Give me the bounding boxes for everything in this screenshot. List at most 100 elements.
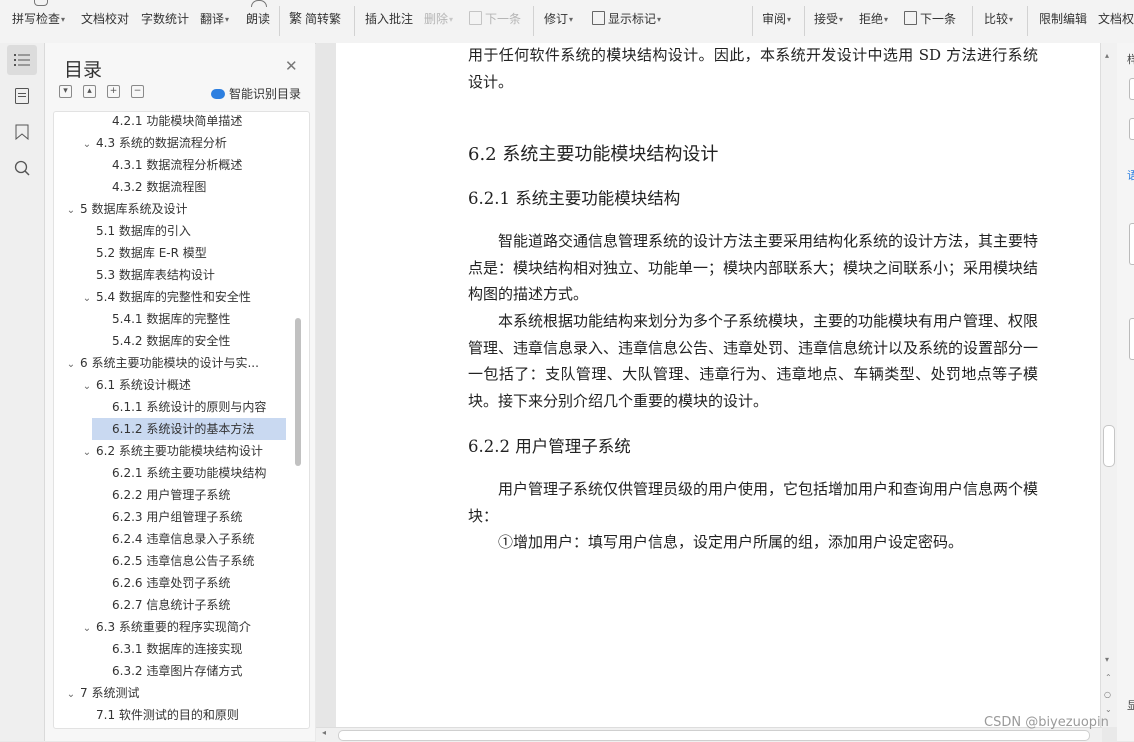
chevron-down-icon[interactable]: ⌄ [64, 354, 78, 374]
toc-item[interactable]: 4.3.1 数据流程分析概述 [54, 154, 286, 176]
toc-toggle-button[interactable] [7, 45, 37, 75]
close-icon[interactable]: ✕ [285, 57, 298, 75]
accept-button[interactable]: 接受▾ [814, 11, 843, 28]
toc-item[interactable]: 5.1 数据库的引入 [54, 220, 286, 242]
review-button[interactable]: 审阅▾ [762, 11, 791, 28]
toolbar-divider [279, 6, 280, 36]
toc-item[interactable]: ⌄ 5.4 数据库的完整性和安全性 [54, 286, 286, 308]
read-aloud-button[interactable]: 朗读 [246, 11, 270, 27]
delete-comment-button[interactable]: 删除▾ [424, 11, 453, 28]
toc-item[interactable]: 5.4.2 数据库的安全性 [54, 330, 286, 352]
scroll-up-icon[interactable]: ▴ [1105, 51, 1109, 60]
reject-button[interactable]: 拒绝▾ [859, 11, 888, 28]
toc-item[interactable]: ⌄ 5 数据库系统及设计 [54, 198, 286, 220]
add-heading-icon[interactable]: + [107, 85, 120, 98]
chevron-down-icon[interactable]: ⌄ [80, 442, 94, 462]
next-page-icon[interactable]: ⌄ [1105, 705, 1112, 714]
doc-rights-button[interactable]: 文档权 [1098, 11, 1134, 27]
smart-recognize-button[interactable]: 智能识别目录 [211, 85, 301, 102]
heading-6-2: 6.2 系统主要功能模块结构设计 [468, 144, 719, 165]
insert-comment-button[interactable]: 插入批注 [365, 11, 413, 27]
toc-item[interactable]: 6.2.4 违章信息录入子系统 [54, 528, 286, 550]
toc-item[interactable]: 6.2.5 违章信息公告子系统 [54, 550, 286, 572]
collapse-all-icon[interactable]: ▾ [59, 85, 72, 98]
toc-item[interactable]: ⌄ 6.2 系统主要功能模块结构设计 [54, 440, 286, 462]
toolbar-divider [752, 6, 753, 36]
show-markup-button[interactable]: 显示标记▾ [592, 11, 661, 28]
right-panel-field[interactable] [1129, 118, 1134, 140]
revise-label: 修订 [544, 12, 569, 26]
right-panel-field[interactable] [1129, 223, 1134, 265]
previous-page-icon[interactable]: ⌃ [1105, 673, 1112, 682]
next-comment-button[interactable]: 下一条 [469, 11, 521, 27]
horizontal-scrollbar-thumb[interactable] [338, 730, 1090, 741]
doc-proof-label: 文档校对 [81, 12, 130, 26]
toc-item-label: 6.2.7 信息统计子系统 [112, 598, 231, 612]
page-thumbnail-button[interactable] [7, 81, 37, 111]
toc-item[interactable]: 6.2.3 用户组管理子系统 [54, 506, 286, 528]
restrict-edit-button[interactable]: 限制编辑 [1039, 11, 1087, 27]
toc-item[interactable]: 6.1.1 系统设计的原则与内容 [54, 396, 286, 418]
toc-item[interactable]: 6.2.7 信息统计子系统 [54, 594, 286, 616]
chevron-down-icon[interactable]: ⌄ [64, 684, 78, 704]
read-aloud-label: 朗读 [246, 12, 271, 26]
simp-trad-label: 简转繁 [305, 12, 342, 26]
word-count-button[interactable]: 字数统计 [141, 11, 189, 27]
toc-item[interactable]: ⌄ 6 系统主要功能模块的设计与实... [54, 352, 286, 374]
next-change-label: 下一条 [920, 12, 957, 26]
right-panel-field[interactable] [1129, 318, 1134, 360]
find-button[interactable] [7, 153, 37, 183]
chevron-down-icon[interactable]: ⌄ [80, 376, 94, 396]
bookmark-button[interactable] [7, 117, 37, 147]
toc-item-label: 6.2.3 用户组管理子系统 [112, 510, 243, 524]
spell-check-button[interactable]: 拼写检查▾ [12, 11, 65, 28]
toc-item[interactable]: ⌄ 4.3 系统的数据流程分析 [54, 132, 286, 154]
toc-item[interactable]: 5.3 数据库表结构设计 [54, 264, 286, 286]
toc-item[interactable]: 4.2.1 功能模块简单描述 [54, 112, 286, 132]
toc-item[interactable]: 6.3.2 违章图片存储方式 [54, 660, 286, 682]
select-browse-object-icon[interactable]: ○ [1104, 690, 1111, 699]
expand-all-icon[interactable]: ▴ [83, 85, 96, 98]
chevron-down-icon[interactable]: ⌄ [64, 200, 78, 220]
chevron-down-icon: ▾ [225, 15, 230, 24]
toc-item[interactable]: 7.1 软件测试的目的和原则 [54, 704, 286, 726]
simp-trad-button[interactable]: 繁简转繁 [289, 11, 341, 28]
chevron-down-icon[interactable]: ⌄ [80, 288, 94, 308]
toc-item-label: 6.3.1 数据库的连接实现 [112, 642, 243, 656]
next-change-button[interactable]: 下一条 [904, 11, 956, 27]
right-panel-field[interactable] [1129, 78, 1134, 100]
toc-item[interactable]: 6.3.1 数据库的连接实现 [54, 638, 286, 660]
chevron-down-icon: ▾ [61, 15, 66, 24]
toc-scrollbar-thumb[interactable] [295, 318, 301, 466]
ribbon-toolbar: 拼写检查▾ 文档校对 字数统计 翻译▾ 朗读 繁简转繁 插入批注 删除▾ 下一条… [0, 0, 1134, 44]
remove-heading-icon[interactable]: − [131, 85, 144, 98]
toc-item[interactable]: 5.2 数据库 E-R 模型 [54, 242, 286, 264]
toc-item[interactable]: ⌄ 6.3 系统重要的程序实现简介 [54, 616, 286, 638]
toc-item[interactable]: 6.2.6 违章处罚子系统 [54, 572, 286, 594]
translate-button[interactable]: 翻译▾ [200, 11, 229, 28]
toc-item[interactable]: 6.2.2 用户管理子系统 [54, 484, 286, 506]
chevron-down-icon[interactable]: ⌄ [80, 618, 94, 638]
reject-label: 拒绝 [859, 12, 884, 26]
doc-rights-label: 文档权 [1098, 12, 1134, 26]
toc-item[interactable]: ⌄ 7 系统测试 [54, 682, 286, 704]
scroll-left-icon[interactable]: ◂ [322, 728, 326, 737]
doc-proof-button[interactable]: 文档校对 [81, 11, 129, 27]
toc-item[interactable]: 6.1.2 系统设计的基本方法 [92, 418, 286, 440]
toc-item-label: 4.3.2 数据流程图 [112, 180, 207, 194]
vertical-scrollbar-thumb[interactable] [1103, 425, 1115, 467]
list-icon [14, 54, 30, 66]
chevron-down-icon[interactable]: ⌄ [80, 134, 94, 154]
toc-item[interactable]: 5.4.1 数据库的完整性 [54, 308, 286, 330]
revise-button[interactable]: 修订▾ [544, 11, 573, 28]
scroll-down-icon[interactable]: ▾ [1105, 655, 1109, 664]
right-panel-label-top: 样 [1127, 53, 1134, 66]
compare-button[interactable]: 比较▾ [984, 11, 1013, 28]
toc-item[interactable]: ⌄ 6.1 系统设计概述 [54, 374, 286, 396]
toc-item[interactable]: 4.3.2 数据流程图 [54, 176, 286, 198]
toolbar-divider [1027, 6, 1028, 36]
vertical-scrollbar[interactable]: ▴ ▾ ⌃ ○ ⌄ [1100, 43, 1117, 727]
toc-item[interactable]: 6.2.1 系统主要功能模块结构 [54, 462, 286, 484]
right-panel-label-mid[interactable]: 语 [1127, 167, 1134, 183]
chevron-down-icon: ▾ [569, 15, 574, 24]
